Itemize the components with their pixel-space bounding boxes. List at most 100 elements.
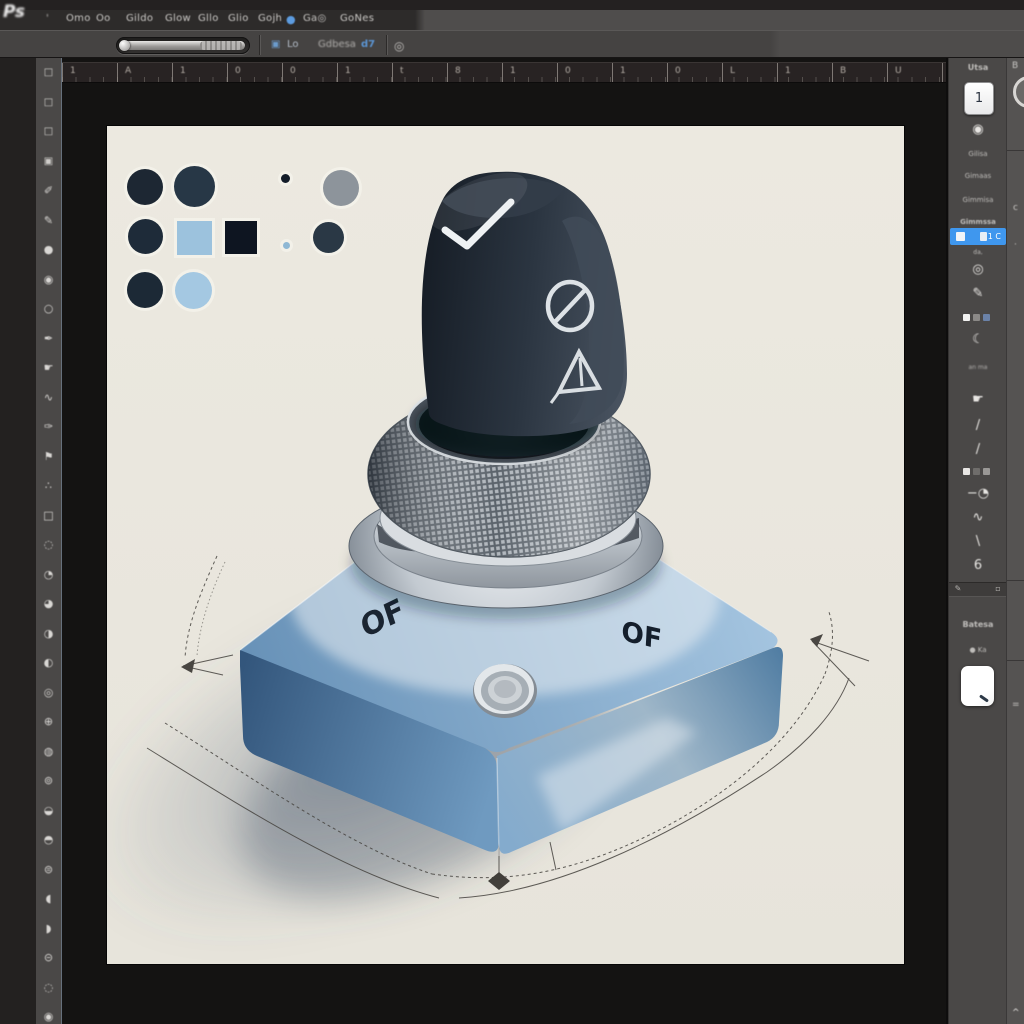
slider-ticks bbox=[200, 41, 242, 50]
dock-divider-2 bbox=[1007, 580, 1024, 581]
app-window: ' Omo Oo Gildo Glow Gllo Glio Gojh ● Ga◎… bbox=[0, 0, 1024, 1024]
panel-row-1[interactable]: Gilisa bbox=[949, 150, 1007, 158]
selected-chip-1 bbox=[956, 232, 965, 241]
tool-23-icon[interactable]: ⊕ bbox=[42, 715, 56, 728]
mini-swatch-blue[interactable] bbox=[983, 314, 990, 321]
menu-bar: ' Omo Oo Gildo Glow Gllo Glio Gojh ● Ga◎… bbox=[0, 10, 1024, 30]
cursor-icon[interactable]: d7 bbox=[361, 39, 375, 50]
menu-tick: ' bbox=[46, 13, 49, 24]
ellipse-tool-icon[interactable]: ○ bbox=[42, 302, 56, 315]
panel-row-2[interactable]: Gimaas bbox=[949, 172, 1007, 180]
layer-thumbnail[interactable]: 1 bbox=[964, 82, 994, 115]
mini2-swatch-3[interactable] bbox=[983, 468, 990, 475]
tool-21-icon[interactable]: ◐ bbox=[42, 656, 56, 669]
mini-swatch-gray[interactable] bbox=[973, 314, 980, 321]
panel-icon[interactable]: ▣ bbox=[271, 39, 280, 50]
hand-tool-icon[interactable]: ☛ bbox=[42, 361, 56, 374]
dock-glyph-4[interactable]: ^ bbox=[1012, 1008, 1020, 1018]
slash-icon[interactable]: / bbox=[949, 442, 1007, 457]
mini2-swatch-1[interactable] bbox=[963, 468, 970, 475]
tool-28-icon[interactable]: ⊜ bbox=[42, 863, 56, 876]
lock-tool-icon[interactable]: ● bbox=[42, 243, 56, 256]
panel-square-3-icon[interactable]: □ bbox=[42, 125, 56, 138]
ruler-num: 0 bbox=[565, 66, 571, 76]
tool-19-icon[interactable]: ◕ bbox=[42, 597, 56, 610]
layers-icon[interactable]: Lo bbox=[287, 39, 299, 50]
tool-29-icon[interactable]: ◖ bbox=[42, 892, 56, 905]
canvas-workspace: 1 A 1 0 0 1 t 8 1 0 1 0 L 1 B U bbox=[62, 58, 946, 1024]
panel-square-4-icon[interactable]: ▣ bbox=[42, 155, 56, 168]
toggle-switch-render: OF OF bbox=[107, 126, 904, 964]
tool-31-icon[interactable]: ⊝ bbox=[42, 951, 56, 964]
ruler-num: 8 bbox=[455, 66, 461, 76]
clock-icon[interactable]: −◔ bbox=[949, 486, 1007, 501]
options-word[interactable]: Gdbesa bbox=[318, 39, 356, 50]
slider-knob[interactable] bbox=[119, 40, 130, 51]
selected-layer-row[interactable]: 1 C bbox=[950, 228, 1006, 245]
tool-27-icon[interactable]: ◓ bbox=[42, 833, 56, 846]
menu-item-1[interactable]: Omo bbox=[66, 13, 91, 24]
tool-32-icon[interactable]: ◌ bbox=[42, 981, 56, 994]
panel-header: Utsa bbox=[949, 63, 1007, 72]
target-icon[interactable]: ◎ bbox=[949, 262, 1007, 277]
menu-item-7[interactable]: Gojh bbox=[258, 13, 282, 24]
pen2-icon[interactable]: / bbox=[949, 418, 1007, 433]
dock-glyph-1[interactable]: c bbox=[1013, 203, 1018, 213]
tool-26-icon[interactable]: ◒ bbox=[42, 804, 56, 817]
toggle-knob[interactable] bbox=[415, 161, 627, 457]
mini-swatches-2[interactable] bbox=[963, 468, 990, 475]
move-tool-icon[interactable]: ✐ bbox=[42, 184, 56, 197]
canvas-image[interactable]: OF OF bbox=[107, 126, 904, 964]
menu-item-4[interactable]: Glow bbox=[165, 13, 191, 24]
menu-icon-pair[interactable]: Ga◎ bbox=[303, 13, 327, 24]
ink-tool-icon[interactable]: ✑ bbox=[42, 420, 56, 433]
menu-item-6[interactable]: Glio bbox=[228, 13, 249, 24]
menu-right-word[interactable]: GoNes bbox=[340, 13, 374, 24]
eye-icon[interactable]: ◉ bbox=[949, 122, 1007, 137]
ruler-num: 0 bbox=[290, 66, 296, 76]
options-circle-icon[interactable]: ◎ bbox=[394, 39, 404, 53]
ruler-num: 0 bbox=[235, 66, 241, 76]
flag-tool-icon[interactable]: ⚑ bbox=[42, 450, 56, 463]
brush-tool-icon[interactable]: ✎ bbox=[42, 214, 56, 227]
panel-row-4[interactable]: Gimmssa bbox=[949, 218, 1007, 226]
hook-icon[interactable]: 6 bbox=[949, 558, 1007, 573]
dock-knob-icon[interactable] bbox=[1013, 76, 1024, 108]
menu-item-3[interactable]: Gildo bbox=[126, 13, 153, 24]
tool-30-icon[interactable]: ◗ bbox=[42, 922, 56, 935]
tool-33-icon[interactable]: ◉ bbox=[42, 1010, 56, 1023]
pen-tool-icon[interactable]: ✒ bbox=[42, 332, 56, 345]
squiggle-icon[interactable]: ∿ bbox=[949, 510, 1007, 525]
frame-tool-icon[interactable]: □ bbox=[42, 509, 56, 522]
size-slider[interactable] bbox=[116, 37, 250, 54]
foreground-swatch[interactable] bbox=[961, 666, 994, 706]
panel-square-1-icon[interactable]: □ bbox=[42, 66, 56, 79]
section2-row[interactable]: ● Ka bbox=[949, 646, 1007, 654]
ruler-num: A bbox=[125, 66, 131, 76]
menu-item-2[interactable]: Oo bbox=[96, 13, 111, 24]
mini-swatches[interactable] bbox=[963, 314, 990, 321]
circle-tool-icon[interactable]: ◌ bbox=[42, 538, 56, 551]
dock-divider-3 bbox=[1007, 660, 1024, 661]
dock-glyph-3[interactable]: = bbox=[1012, 700, 1020, 710]
hand-icon[interactable]: ☛ bbox=[949, 392, 1007, 407]
shell-icon[interactable]: ☾ bbox=[949, 332, 1007, 347]
mini-swatch-white[interactable] bbox=[963, 314, 970, 321]
menu-item-5[interactable]: Gllo bbox=[198, 13, 219, 24]
tool-18-icon[interactable]: ◔ bbox=[42, 568, 56, 581]
tool-20-icon[interactable]: ◑ bbox=[42, 627, 56, 640]
ruler-num: 1 bbox=[180, 66, 186, 76]
tool-25-icon[interactable]: ⊚ bbox=[42, 774, 56, 787]
panel-square-2-icon[interactable]: □ bbox=[42, 96, 56, 109]
mini2-swatch-2[interactable] bbox=[973, 468, 980, 475]
tool-24-icon[interactable]: ◍ bbox=[42, 745, 56, 758]
panel-sub-label: da, bbox=[949, 249, 1007, 256]
tool-22-icon[interactable]: ◎ bbox=[42, 686, 56, 699]
left-edge-strip bbox=[0, 58, 36, 1024]
eye-tool-icon[interactable]: ◉ bbox=[42, 273, 56, 286]
stick-icon[interactable]: \ bbox=[949, 534, 1007, 549]
panel-row-3[interactable]: Gimmisa bbox=[949, 196, 1007, 204]
dots-tool-icon[interactable]: ∴ bbox=[42, 479, 56, 492]
pen-icon[interactable]: ✎ bbox=[949, 286, 1007, 301]
curve-tool-icon[interactable]: ∿ bbox=[42, 391, 56, 404]
